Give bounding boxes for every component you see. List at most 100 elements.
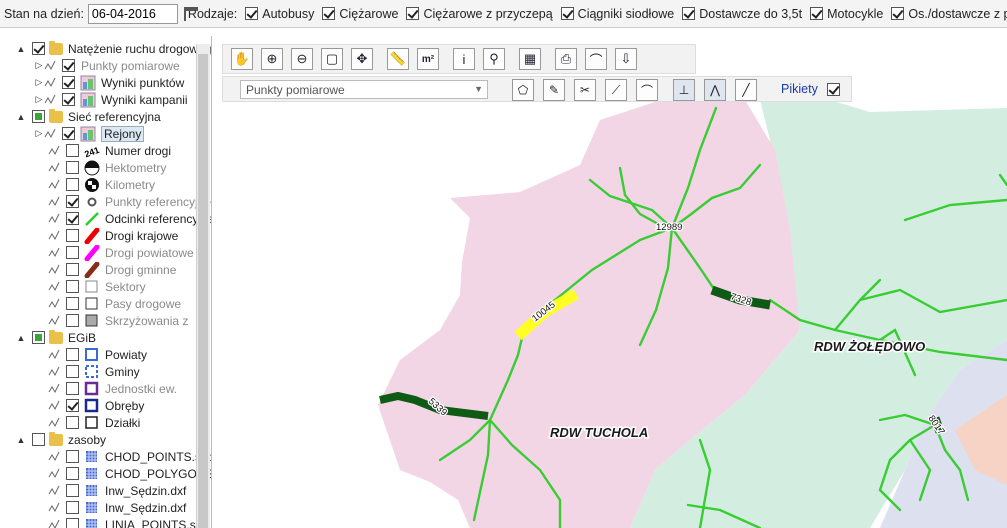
tree-checkbox[interactable] xyxy=(66,314,79,327)
tree-item[interactable]: Hektometry xyxy=(48,159,166,176)
tree-expand-icon[interactable]: ▲ xyxy=(16,435,26,445)
date-input[interactable] xyxy=(87,3,178,24)
tree-item[interactable]: Drogi gminne xyxy=(48,261,176,278)
kind-item[interactable]: Autobusy xyxy=(245,7,314,21)
tree-group[interactable]: ▲ Sieć referencyjna xyxy=(16,108,161,125)
pikiety-checkbox[interactable] xyxy=(827,83,840,96)
tree-checkbox[interactable] xyxy=(66,467,79,480)
tree-item[interactable]: Obręby xyxy=(48,397,144,414)
tree-expand-icon[interactable]: ▷ xyxy=(34,77,44,88)
grid-layer-icon[interactable]: ▦ xyxy=(519,48,541,70)
tree-checkbox[interactable] xyxy=(66,501,79,514)
tree-expand-icon[interactable]: ▷ xyxy=(34,60,44,71)
tree-checkbox[interactable] xyxy=(66,382,79,395)
pencil-icon[interactable]: ✎ xyxy=(543,79,565,101)
kind-item[interactable]: Dostawcze do 3,5t xyxy=(682,7,802,21)
vertex-tool-icon[interactable]: ⋀ xyxy=(704,79,726,101)
line-tool-icon[interactable]: ⟋ xyxy=(605,79,627,101)
tree-item[interactable]: Drogi krajowe xyxy=(48,227,178,244)
kind-checkbox[interactable] xyxy=(810,7,824,20)
tree-checkbox[interactable] xyxy=(66,195,79,208)
tree-checkbox[interactable] xyxy=(66,484,79,497)
tree-checkbox[interactable] xyxy=(66,161,79,174)
tree-checkbox[interactable] xyxy=(66,178,79,191)
tree-expand-icon[interactable]: ▲ xyxy=(16,44,26,54)
tree-checkbox[interactable] xyxy=(66,280,79,293)
zoom-in-icon[interactable]: ⊕ xyxy=(261,48,283,70)
segment-tool-icon[interactable]: ╱ xyxy=(735,79,757,101)
tree-item[interactable]: ▷ Punkty pomiarowe xyxy=(34,57,180,74)
tree-checkbox[interactable] xyxy=(66,450,79,463)
tree-item[interactable]: CHOD_POLYGONS xyxy=(48,465,211,482)
tree-checkbox[interactable] xyxy=(66,263,79,276)
tree-item[interactable]: Inw_Sędzin.dxf xyxy=(48,499,186,516)
tree-checkbox[interactable] xyxy=(32,110,45,123)
tree-checkbox[interactable] xyxy=(32,42,45,55)
tree-checkbox[interactable] xyxy=(66,212,79,225)
tree-checkbox[interactable] xyxy=(62,93,75,106)
tree-item[interactable]: Powiaty xyxy=(48,346,147,363)
tree-item[interactable]: LINIA_POINTS.shp xyxy=(48,516,209,528)
kind-checkbox[interactable] xyxy=(682,7,696,20)
tree-checkbox[interactable] xyxy=(32,433,45,446)
kind-checkbox[interactable] xyxy=(322,7,336,20)
tree-item[interactable]: Drogi powiatowe xyxy=(48,244,194,261)
measure-area-icon[interactable]: m² xyxy=(417,48,439,70)
pan-hand-icon[interactable]: ✋ xyxy=(231,48,253,70)
tree-group[interactable]: ▲ Natężenie ruchu drogowego xyxy=(16,40,211,57)
tree-item[interactable]: Inw_Sędzin.dxf xyxy=(48,482,186,499)
tree-item[interactable]: Pasy drogowe xyxy=(48,295,181,312)
kind-checkbox[interactable] xyxy=(245,7,259,20)
tree-checkbox[interactable] xyxy=(62,59,75,72)
tree-item[interactable]: Kilometry xyxy=(48,176,155,193)
scissors-icon[interactable]: ✂ xyxy=(574,79,596,101)
identify-pin-icon[interactable]: ⚲ xyxy=(483,48,505,70)
tree-group[interactable]: ▲ EGiB xyxy=(16,329,96,346)
tree-checkbox[interactable] xyxy=(62,127,75,140)
kind-checkbox[interactable] xyxy=(406,7,420,20)
tree-checkbox[interactable] xyxy=(66,229,79,242)
kind-item[interactable]: Os./dostawcze z przyczepą xyxy=(891,7,1007,21)
tree-item[interactable]: ▷ Rejony xyxy=(34,125,145,142)
measure-distance-icon[interactable]: 📏 xyxy=(387,48,409,70)
curve-tool-icon[interactable]: ⌒ xyxy=(585,48,607,70)
kind-item[interactable]: Motocykle xyxy=(810,7,883,21)
tree-item[interactable]: Odcinki referencyjne xyxy=(48,210,211,227)
tree-item[interactable]: ▷ Wyniki punktów xyxy=(34,74,184,91)
export-icon[interactable]: ⇩ xyxy=(615,48,637,70)
tree-scrollbar-thumb[interactable] xyxy=(198,54,208,528)
tree-item[interactable]: Punkty referencyjne xyxy=(48,193,211,210)
tree-item[interactable]: Działki xyxy=(48,414,140,431)
calendar-icon[interactable] xyxy=(183,6,198,21)
kind-item[interactable]: Ciężarowe z przyczepą xyxy=(406,7,553,21)
tree-checkbox[interactable] xyxy=(66,518,79,528)
print-icon[interactable]: ⎙ xyxy=(555,48,577,70)
tree-expand-icon[interactable]: ▷ xyxy=(34,94,44,105)
polygon-tool-icon[interactable]: ⬠ xyxy=(512,79,534,101)
tree-expand-icon[interactable]: ▷ xyxy=(34,128,44,139)
tree-item[interactable]: ▷ Wyniki kampanii xyxy=(34,91,188,108)
kind-item[interactable]: Ciężarowe xyxy=(322,7,398,21)
tree-item[interactable]: Gminy xyxy=(48,363,140,380)
tree-checkbox[interactable] xyxy=(66,365,79,378)
tree-item[interactable]: 241 Numer drogi xyxy=(48,142,171,159)
tree-checkbox[interactable] xyxy=(66,416,79,429)
kind-checkbox[interactable] xyxy=(560,7,574,20)
kind-item[interactable]: Ciągniki siodłowe xyxy=(560,7,674,21)
tree-expand-icon[interactable]: ▲ xyxy=(16,333,26,343)
full-extent-icon[interactable]: ✥ xyxy=(351,48,373,70)
split-line-icon[interactable]: ⊥ xyxy=(673,79,695,101)
tree-expand-icon[interactable]: ▲ xyxy=(16,112,26,122)
kind-checkbox[interactable] xyxy=(891,7,905,20)
tree-item[interactable]: Jednostki ew. xyxy=(48,380,177,397)
zoom-out-icon[interactable]: ⊖ xyxy=(291,48,313,70)
tree-item[interactable]: Sektory xyxy=(48,278,146,295)
tree-checkbox[interactable] xyxy=(66,144,79,157)
tree-group[interactable]: ▲ zasoby xyxy=(16,431,106,448)
zoom-box-icon[interactable]: ▢ xyxy=(321,48,343,70)
tree-checkbox[interactable] xyxy=(66,348,79,361)
map-canvas[interactable]: 10045 12989 7328 5339 8017 RDW TUCHOLA R… xyxy=(218,36,1007,528)
tree-checkbox[interactable] xyxy=(66,246,79,259)
tree-item[interactable]: CHOD_POINTS.shp xyxy=(48,448,211,465)
tree-item[interactable]: Skrzyżowania z xyxy=(48,312,188,329)
